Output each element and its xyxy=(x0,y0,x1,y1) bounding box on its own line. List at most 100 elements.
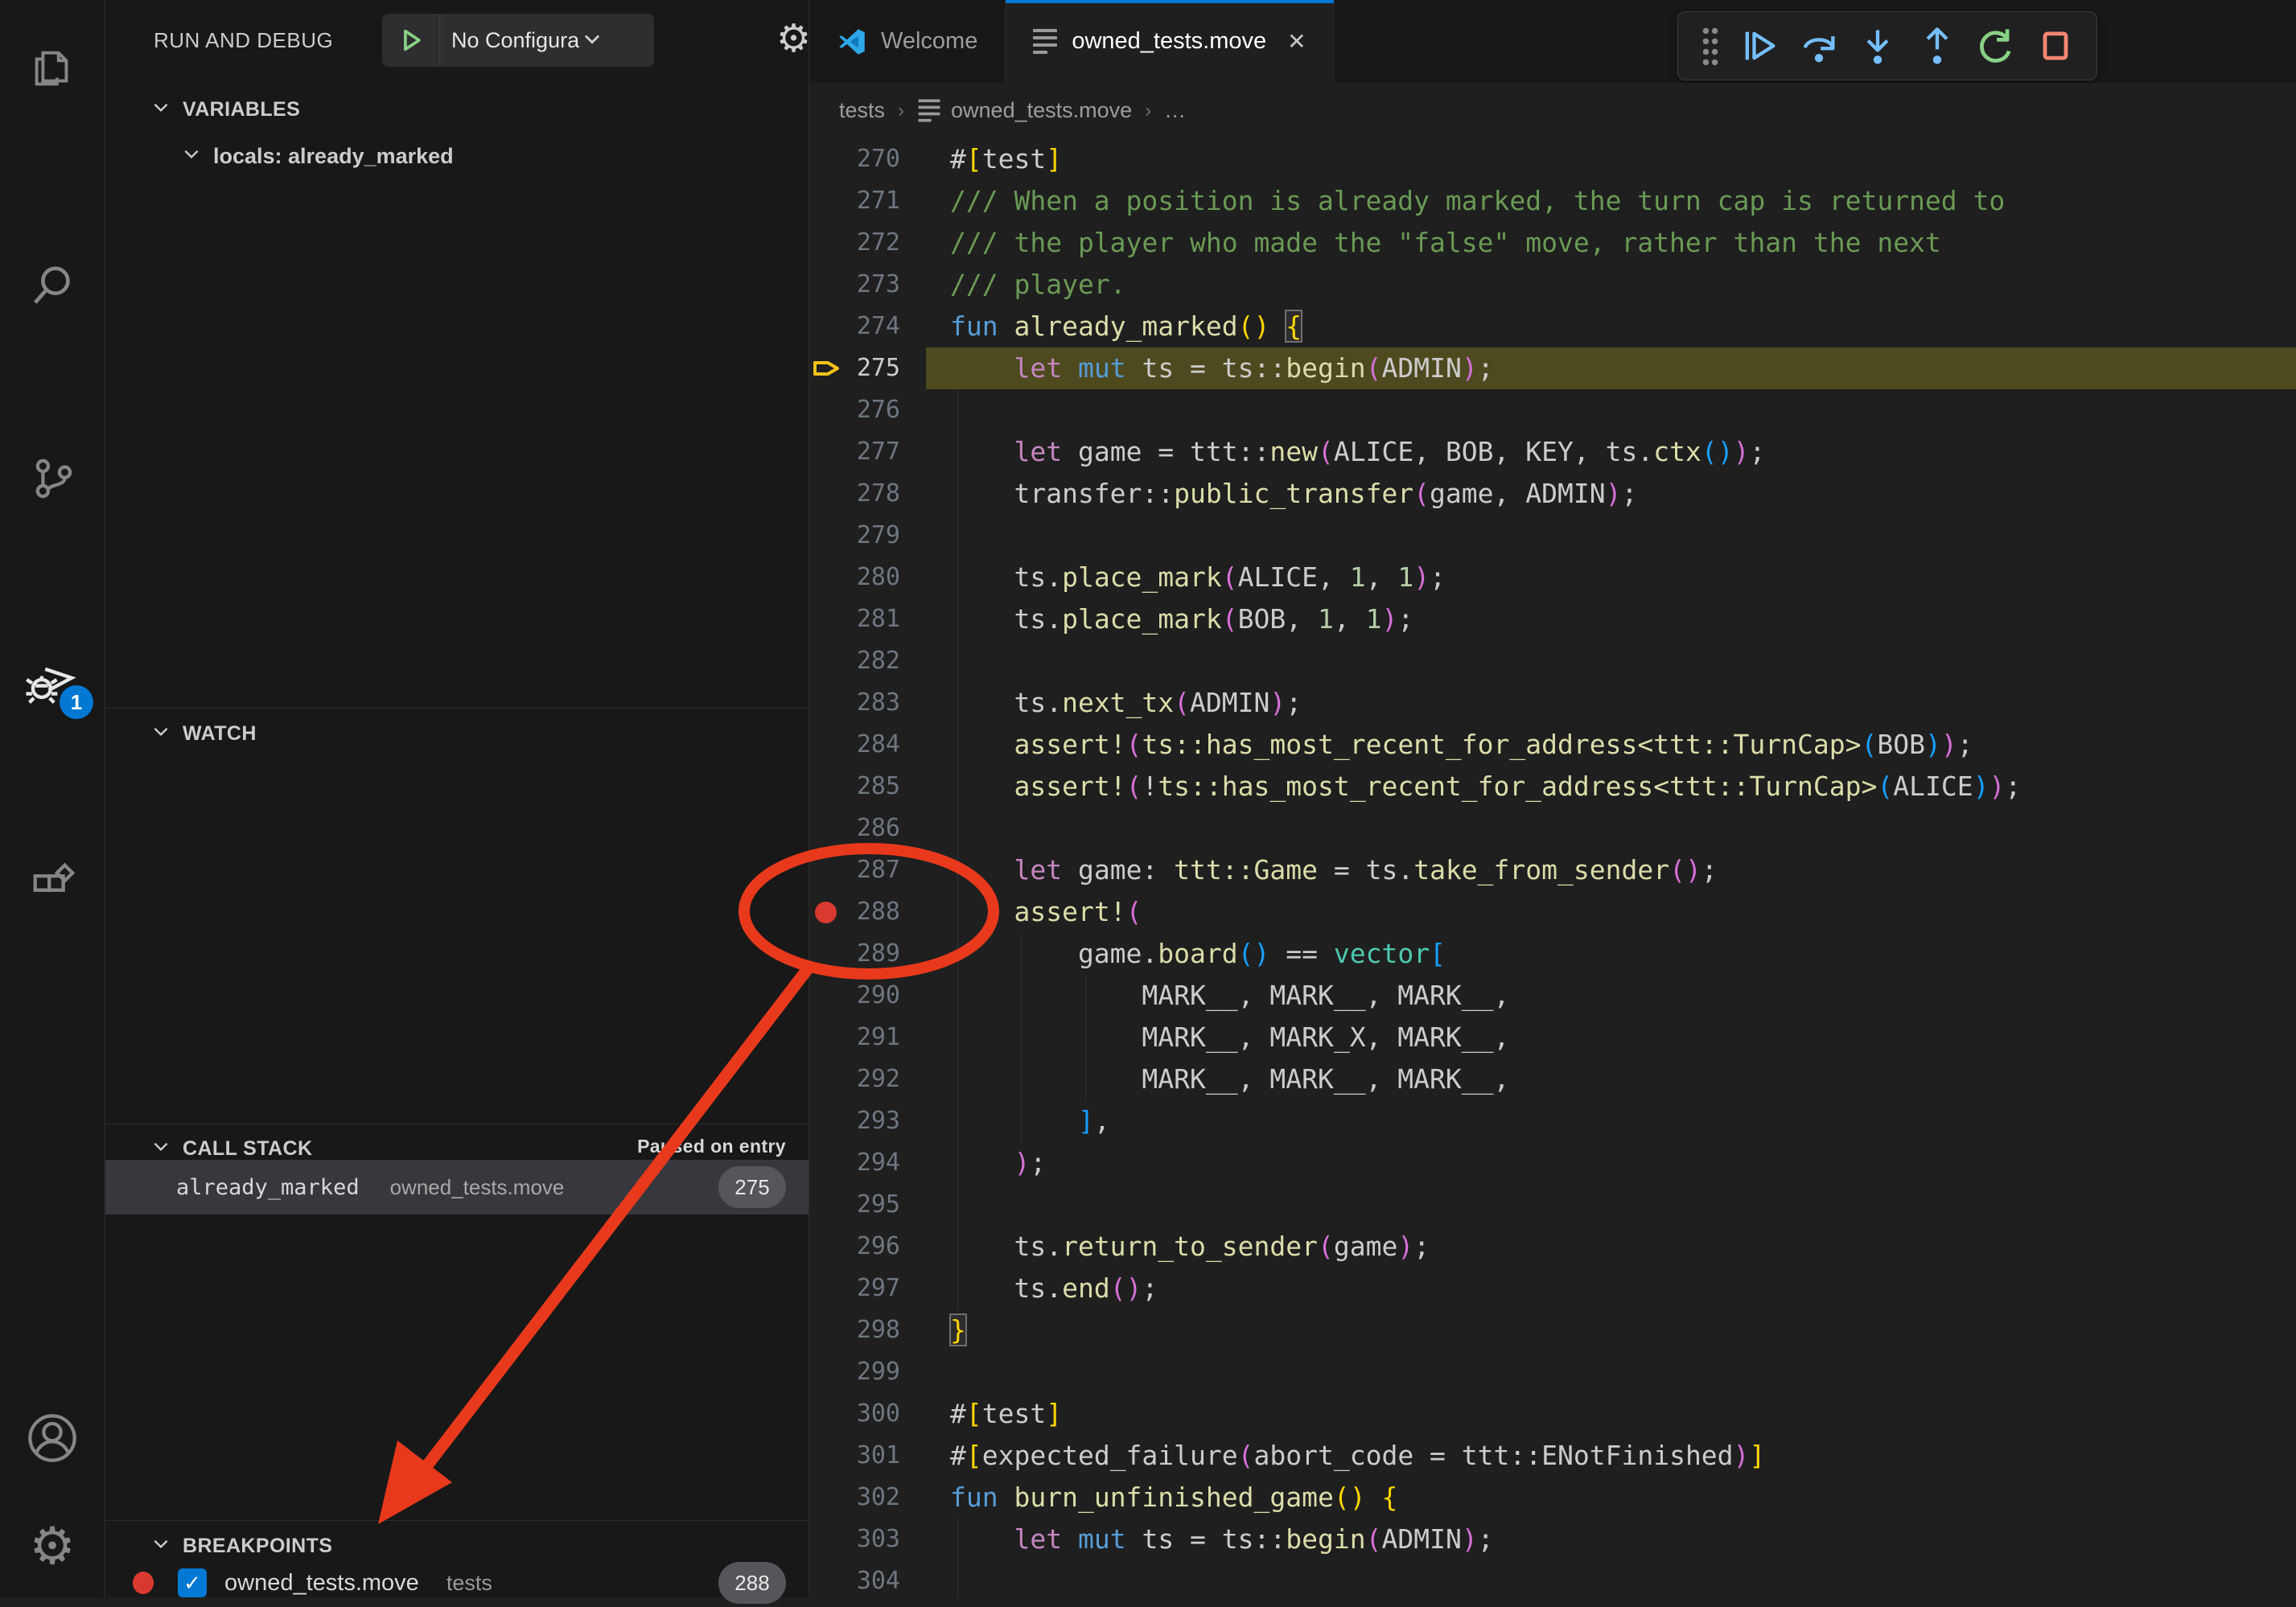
code-editor[interactable]: 270#[test]271/// When a position is alre… xyxy=(810,138,2296,1597)
code-line-271[interactable]: 271/// When a position is already marked… xyxy=(810,180,2296,222)
breadcrumb-item-symbol[interactable]: … xyxy=(1164,98,1186,123)
code-line-299[interactable]: 299 xyxy=(810,1351,2296,1393)
breakpoint-checkbox[interactable]: ✓ xyxy=(178,1568,207,1597)
code-text: MARK__, MARK__, MARK__, xyxy=(950,1058,1509,1100)
breadcrumb-item-file[interactable]: owned_tests.move xyxy=(951,98,1132,123)
code-line-282[interactable]: 282 xyxy=(810,640,2296,682)
step-out-button[interactable] xyxy=(1911,20,1963,72)
breakpoint-dot-icon[interactable] xyxy=(815,902,837,923)
token: MARK__, MARK__, MARK__, xyxy=(950,1063,1509,1095)
code-line-292[interactable]: 292 MARK__, MARK__, MARK__, xyxy=(810,1058,2296,1100)
token: , xyxy=(1334,603,1366,635)
step-over-button[interactable] xyxy=(1793,20,1845,72)
code-line-283[interactable]: 283 ts.next_tx(ADMIN); xyxy=(810,682,2296,724)
settings-gear-icon[interactable]: ⚙ xyxy=(0,1502,105,1591)
code-line-284[interactable]: 284 assert!(ts::has_most_recent_for_addr… xyxy=(810,724,2296,766)
code-line-278[interactable]: 278 transfer::public_transfer(game, ADMI… xyxy=(810,473,2296,515)
sidebar-title: RUN AND DEBUG xyxy=(154,28,333,53)
code-line-286[interactable]: 286 xyxy=(810,808,2296,849)
code-line-287[interactable]: 287 let game: ttt::Game = ts.take_from_s… xyxy=(810,849,2296,891)
restart-button[interactable] xyxy=(1970,20,2022,72)
search-icon[interactable] xyxy=(0,241,105,330)
toolbar-drag-grip[interactable] xyxy=(1694,20,1726,72)
code-line-280[interactable]: 280 ts.place_mark(ALICE, 1, 1); xyxy=(810,557,2296,598)
continue-button[interactable] xyxy=(1734,20,1785,72)
watch-section-header[interactable]: WATCH xyxy=(150,721,257,747)
line-number: 271 xyxy=(837,180,900,222)
code-line-281[interactable]: 281 ts.place_mark(BOB, 1, 1); xyxy=(810,598,2296,640)
code-line-288[interactable]: 288 assert!( xyxy=(810,891,2296,933)
code-line-290[interactable]: 290 MARK__, MARK__, MARK__, xyxy=(810,975,2296,1017)
tab-owned-tests-move[interactable]: owned_tests.move ✕ xyxy=(1006,0,1334,83)
token: game xyxy=(1334,1231,1397,1262)
token xyxy=(1062,1523,1078,1555)
code-line-277[interactable]: 277 let game = ttt::new(ALICE, BOB, KEY,… xyxy=(810,431,2296,473)
line-number: 301 xyxy=(837,1435,900,1477)
run-and-debug-icon[interactable]: 1 xyxy=(0,635,105,724)
code-text: transfer::public_transfer(game, ADMIN); xyxy=(950,473,1637,515)
code-line-285[interactable]: 285 assert!(!ts::has_most_recent_for_add… xyxy=(810,766,2296,808)
line-number: 281 xyxy=(837,598,900,640)
stop-button[interactable] xyxy=(2030,20,2081,72)
token: ts = ts:: xyxy=(1126,1523,1286,1555)
breadcrumb-separator: › xyxy=(898,100,904,122)
code-line-289[interactable]: 289 game.board() == vector[ xyxy=(810,933,2296,975)
code-line-270[interactable]: 270#[test] xyxy=(810,138,2296,180)
code-line-301[interactable]: 301#[expected_failure(abort_code = ttt::… xyxy=(810,1435,2296,1477)
code-line-296[interactable]: 296 ts.return_to_sender(game); xyxy=(810,1226,2296,1268)
call-stack-section-header[interactable]: CALL STACK Paused on entry xyxy=(150,1136,809,1162)
code-line-279[interactable]: 279 xyxy=(810,515,2296,557)
code-line-276[interactable]: 276 xyxy=(810,389,2296,431)
token xyxy=(950,1523,1014,1555)
token: assert! xyxy=(1014,896,1125,927)
token: ] xyxy=(1078,1105,1094,1136)
chevron-down-icon xyxy=(181,143,202,170)
code-line-274[interactable]: 274fun already_marked() { xyxy=(810,306,2296,347)
code-line-272[interactable]: 272/// the player who made the "false" m… xyxy=(810,222,2296,264)
tab-label: owned_tests.move xyxy=(1072,28,1266,55)
code-line-300[interactable]: 300#[test] xyxy=(810,1393,2296,1435)
line-number: 278 xyxy=(837,473,900,515)
breakpoint-list-item[interactable]: ✓ owned_tests.move tests 288 xyxy=(105,1559,809,1607)
line-number: 283 xyxy=(837,682,900,724)
token: ; xyxy=(1621,478,1637,509)
token: ) xyxy=(1462,1523,1478,1555)
step-into-button[interactable] xyxy=(1852,20,1903,72)
code-text: assert!(!ts::has_most_recent_for_address… xyxy=(950,766,2021,808)
breakpoints-label: BREAKPOINTS xyxy=(183,1535,332,1558)
token: ; xyxy=(1478,352,1494,384)
start-debugging-button[interactable] xyxy=(382,14,440,67)
code-line-294[interactable]: 294 ); xyxy=(810,1142,2296,1184)
call-stack-frame[interactable]: already_marked owned_tests.move 275 xyxy=(105,1160,809,1214)
close-tab-icon[interactable]: ✕ xyxy=(1287,28,1306,55)
debug-settings-gear-icon[interactable]: ⚙ xyxy=(776,19,811,58)
variables-scope-locals[interactable]: locals: already_marked xyxy=(181,143,454,170)
code-line-303[interactable]: 303 let mut ts = ts::begin(ADMIN); xyxy=(810,1519,2296,1560)
breakpoint-file: owned_tests.move xyxy=(224,1570,419,1597)
code-line-297[interactable]: 297 ts.end(); xyxy=(810,1268,2296,1309)
extensions-icon[interactable] xyxy=(0,836,105,925)
vscode-logo-icon xyxy=(837,27,866,56)
code-line-273[interactable]: 273/// player. xyxy=(810,264,2296,306)
code-line-295[interactable]: 295 xyxy=(810,1184,2296,1226)
line-number: 270 xyxy=(837,138,900,180)
line-number: 292 xyxy=(837,1058,900,1100)
breakpoints-section-header[interactable]: BREAKPOINTS xyxy=(150,1533,332,1560)
source-control-icon[interactable] xyxy=(0,434,105,523)
token: ] xyxy=(1046,143,1062,175)
breadcrumb-item-tests[interactable]: tests xyxy=(839,98,885,123)
token: ts. xyxy=(950,561,1062,593)
code-line-302[interactable]: 302fun burn_unfinished_game() { xyxy=(810,1477,2296,1519)
account-icon[interactable] xyxy=(0,1394,105,1482)
explorer-icon[interactable] xyxy=(0,24,105,113)
frame-line-badge: 275 xyxy=(718,1166,786,1208)
launch-configuration-button[interactable]: No Configura xyxy=(382,14,654,67)
token: ctx xyxy=(1653,436,1701,467)
code-line-275[interactable]: 275 let mut ts = ts::begin(ADMIN); xyxy=(810,347,2296,389)
code-line-304[interactable]: 304 xyxy=(810,1560,2296,1597)
code-line-291[interactable]: 291 MARK__, MARK_X, MARK__, xyxy=(810,1017,2296,1058)
variables-section-header[interactable]: VARIABLES xyxy=(150,97,300,123)
tab-welcome[interactable]: Welcome xyxy=(810,0,1006,83)
code-line-298[interactable]: 298} xyxy=(810,1309,2296,1351)
code-line-293[interactable]: 293 ], xyxy=(810,1100,2296,1142)
